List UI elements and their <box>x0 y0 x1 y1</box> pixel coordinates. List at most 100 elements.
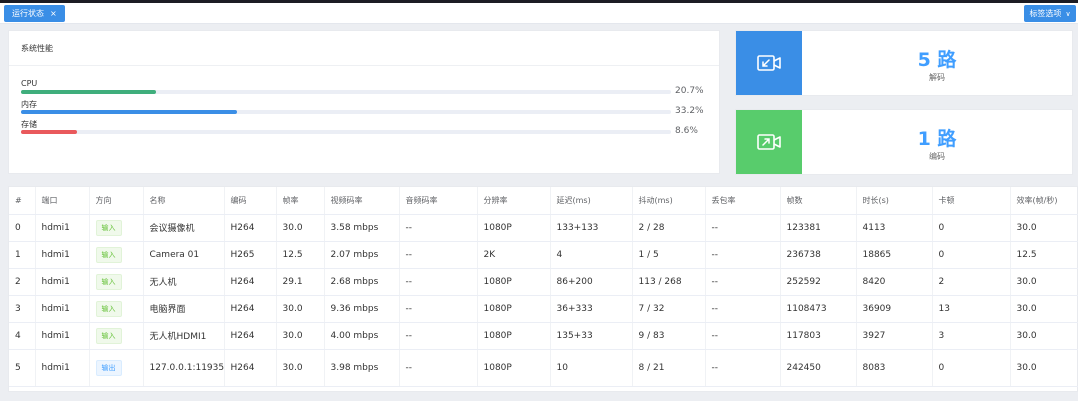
cell-direction: 输入 <box>89 268 144 296</box>
metric-percent: 33.2% <box>675 106 704 116</box>
cell-fps: 30.0 <box>276 295 325 323</box>
stat-caption: 编码 <box>929 152 945 161</box>
tab-bar: 运行状态 × 标签选项 ∨ <box>0 3 1078 24</box>
cell-name: Camera 01 <box>143 241 225 269</box>
cell-fps: 30.0 <box>276 349 325 387</box>
stream-table-card: # 端口 方向 名称 编码 帧率 视频码率 音频码率 分辨率 延迟(ms) 抖动… <box>8 186 1078 392</box>
cell-codec: H264 <box>224 349 277 387</box>
stat-icon-box <box>736 31 802 95</box>
cell-duration: 18865 <box>856 241 933 269</box>
cell-resolution: 1080P <box>477 295 551 323</box>
cell-codec: H264 <box>224 295 277 323</box>
col-header-video-bitrate: 视频码率 <box>324 187 400 215</box>
table-row[interactable]: 4 hdmi1 输入 无人机HDMI1 H264 30.0 4.00 mbps -- 1080P… <box>9 322 1078 350</box>
cell-index: 5 <box>9 349 36 387</box>
cell-fps: 30.0 <box>276 214 325 242</box>
cell-latency: 4 <box>550 241 633 269</box>
table-row[interactable]: 2 hdmi1 输入 无人机 H264 29.1 2.68 mbps -- 1080P 86+20… <box>9 268 1078 296</box>
cell-efficiency: 30.0 <box>1010 322 1078 350</box>
encode-stat-card: 1 路 编码 <box>735 109 1073 175</box>
cell-video-bitrate: 2.68 mbps <box>324 268 400 296</box>
stat-caption: 解码 <box>929 73 945 82</box>
cell-jitter: 2 / 28 <box>632 214 706 242</box>
cell-loss: -- <box>705 295 781 323</box>
table-row[interactable]: 0 hdmi1 输入 会议摄像机 H264 30.0 3.58 mbps -- 1080P 133… <box>9 214 1078 242</box>
cell-direction: 输入 <box>89 322 144 350</box>
col-header-codec: 编码 <box>224 187 277 215</box>
cell-jitter: 113 / 268 <box>632 268 706 296</box>
cell-index: 0 <box>9 214 36 242</box>
cell-resolution: 1080P <box>477 268 551 296</box>
cell-name: 无人机 <box>143 268 225 296</box>
cell-loss: -- <box>705 214 781 242</box>
cell-jitter: 9 / 83 <box>632 322 706 350</box>
table-row[interactable]: 5 hdmi1 输出 127.0.0.1:11935 H264 30.0 3.98 mbps… <box>9 349 1078 387</box>
cell-frames: 242450 <box>780 349 857 387</box>
col-header-jitter: 抖动(ms) <box>632 187 706 215</box>
cell-direction: 输入 <box>89 295 144 323</box>
video-out-icon <box>757 134 781 150</box>
cell-frames: 1108473 <box>780 295 857 323</box>
cell-name: 127.0.0.1:11935 <box>143 349 225 387</box>
cell-duration: 8420 <box>856 268 933 296</box>
cell-audio-bitrate: -- <box>399 322 478 350</box>
progress-fill <box>21 130 77 134</box>
cell-name: 电脑界面 <box>143 295 225 323</box>
cell-fps: 29.1 <box>276 268 325 296</box>
cell-stall: 0 <box>932 214 1011 242</box>
metric-label: 存储 <box>21 120 37 129</box>
cell-stall: 3 <box>932 322 1011 350</box>
direction-tag: 输入 <box>95 300 122 317</box>
cell-loss: -- <box>705 349 781 387</box>
table-row[interactable]: 3 hdmi1 输入 电脑界面 H264 30.0 9.36 mbps -- 1080P 36+3… <box>9 295 1078 323</box>
cell-direction: 输出 <box>89 349 144 387</box>
cell-video-bitrate: 3.58 mbps <box>324 214 400 242</box>
system-performance-card: 系统性能 CPU 20.7% 内存 33.2% 存储 8.6% <box>8 30 720 174</box>
metric-percent: 8.6% <box>675 126 698 136</box>
cell-resolution: 1080P <box>477 349 551 387</box>
table-row[interactable]: 1 hdmi1 输入 Camera 01 H265 12.5 2.07 mbps -- 2K 4 1… <box>9 241 1078 269</box>
cell-efficiency: 30.0 <box>1010 349 1078 387</box>
tab-run-status[interactable]: 运行状态 × <box>4 5 65 22</box>
cell-duration: 4113 <box>856 214 933 242</box>
cell-stall: 13 <box>932 295 1011 323</box>
cell-codec: H264 <box>224 268 277 296</box>
cell-latency: 86+200 <box>550 268 633 296</box>
cell-name: 会议摄像机 <box>143 214 225 242</box>
cell-audio-bitrate: -- <box>399 295 478 323</box>
cell-video-bitrate: 2.07 mbps <box>324 241 400 269</box>
chevron-down-icon: ∨ <box>1065 9 1071 18</box>
decode-stat-card: 5 路 解码 <box>735 30 1073 96</box>
cell-stall: 0 <box>932 349 1011 387</box>
card-title: 系统性能 <box>21 44 53 53</box>
cell-codec: H265 <box>224 241 277 269</box>
cell-port: hdmi1 <box>35 295 90 323</box>
cell-latency: 135+33 <box>550 322 633 350</box>
cell-frames: 236738 <box>780 241 857 269</box>
metric-memory: 内存 33.2% <box>21 99 711 121</box>
metric-label: CPU <box>21 79 38 88</box>
cell-frames: 123381 <box>780 214 857 242</box>
progress-fill <box>21 110 237 114</box>
direction-tag: 输入 <box>95 246 122 263</box>
cell-resolution: 1080P <box>477 322 551 350</box>
cell-port: hdmi1 <box>35 322 90 350</box>
cell-video-bitrate: 9.36 mbps <box>324 295 400 323</box>
direction-tag: 输入 <box>95 327 122 344</box>
cell-efficiency: 30.0 <box>1010 268 1078 296</box>
cell-efficiency: 30.0 <box>1010 295 1078 323</box>
progress-fill <box>21 90 156 94</box>
tab-label: 运行状态 <box>12 9 44 18</box>
cell-jitter: 1 / 5 <box>632 241 706 269</box>
cell-index: 4 <box>9 322 36 350</box>
metric-storage: 存储 8.6% <box>21 119 711 141</box>
cell-index: 2 <box>9 268 36 296</box>
close-icon[interactable]: × <box>50 9 57 18</box>
col-header-name: 名称 <box>143 187 225 215</box>
cell-direction: 输入 <box>89 214 144 242</box>
cell-latency: 133+133 <box>550 214 633 242</box>
tab-options-dropdown[interactable]: 标签选项 ∨ <box>1024 5 1076 22</box>
cell-port: hdmi1 <box>35 241 90 269</box>
col-header-duration: 时长(s) <box>856 187 933 215</box>
cell-video-bitrate: 3.98 mbps <box>324 349 400 387</box>
